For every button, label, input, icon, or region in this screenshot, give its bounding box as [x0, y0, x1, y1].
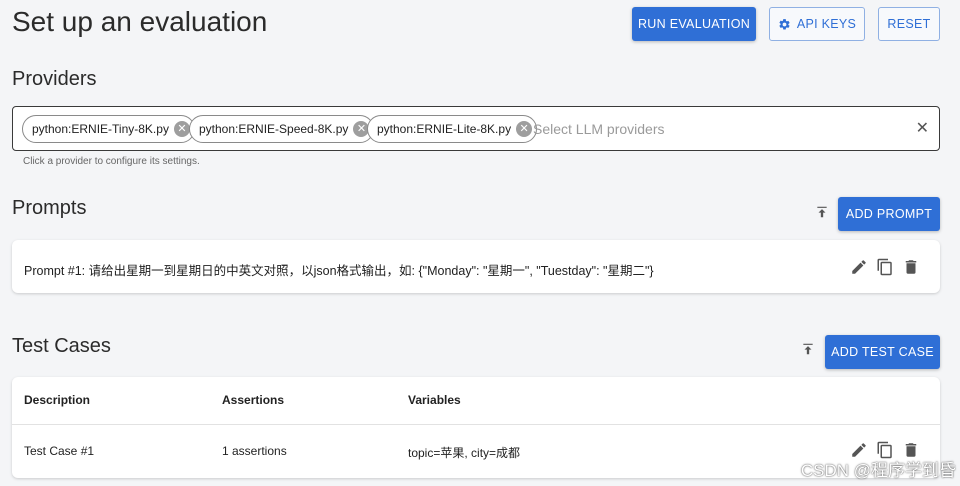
provider-chip-label: python:ERNIE-Tiny-8K.py [32, 122, 169, 136]
test-cases-title: Test Cases [12, 335, 111, 357]
add-test-case-button[interactable]: ADD TEST CASE [825, 335, 940, 369]
providers-title: Providers [12, 68, 97, 90]
clear-icon[interactable]: ✕ [916, 118, 929, 138]
watermark: CSDN @程序学到昏 [800, 461, 956, 480]
column-header-variables: Variables [408, 393, 461, 407]
prompts-title: Prompts [12, 197, 87, 219]
page-title: Set up an evaluation [12, 6, 268, 37]
providers-select[interactable]: python:ERNIE-Tiny-8K.py ✕ python:ERNIE-S… [12, 106, 940, 151]
providers-helper-text: Click a provider to configure its settin… [23, 156, 200, 167]
add-prompt-label: ADD PROMPT [845, 207, 933, 221]
provider-chip[interactable]: python:ERNIE-Speed-8K.py ✕ [189, 115, 375, 143]
api-keys-button[interactable]: API KEYS [769, 7, 865, 41]
delete-icon[interactable] [902, 258, 920, 276]
reset-button[interactable]: RESET [878, 7, 940, 41]
column-header-description: Description [24, 393, 91, 407]
test-case-description: Test Case #1 [24, 444, 95, 458]
edit-icon[interactable] [850, 258, 868, 276]
test-case-assertions: 1 assertions [222, 444, 287, 458]
provider-chip[interactable]: python:ERNIE-Tiny-8K.py ✕ [22, 115, 195, 143]
provider-chip[interactable]: python:ERNIE-Lite-8K.py ✕ [367, 115, 538, 143]
test-case-variables: topic=苹果, city=成都 [408, 446, 521, 460]
close-icon[interactable]: ✕ [516, 121, 533, 137]
column-header-assertions: Assertions [222, 393, 285, 407]
reset-label: RESET [887, 17, 931, 31]
upload-icon[interactable] [798, 339, 818, 359]
provider-chip-label: python:ERNIE-Lite-8K.py [377, 122, 512, 136]
run-evaluation-label: RUN EVALUATION [637, 17, 751, 31]
prompt-card[interactable]: Prompt #1: 请给出星期一到星期日的中英文对照，以json格式输出，如:… [12, 240, 940, 293]
gear-icon [778, 18, 791, 31]
prompt-text: Prompt #1: 请给出星期一到星期日的中英文对照，以json格式输出，如:… [24, 264, 654, 278]
copy-icon[interactable] [876, 258, 894, 276]
provider-chip-label: python:ERNIE-Speed-8K.py [199, 122, 349, 136]
run-evaluation-button[interactable]: RUN EVALUATION [632, 7, 756, 41]
prompt-actions [850, 258, 920, 276]
api-keys-label: API KEYS [796, 17, 857, 31]
add-prompt-button[interactable]: ADD PROMPT [838, 197, 940, 231]
upload-icon[interactable] [812, 202, 832, 222]
providers-placeholder[interactable]: Select LLM providers [533, 121, 665, 137]
add-test-case-label: ADD TEST CASE [831, 345, 934, 359]
close-icon[interactable]: ✕ [173, 121, 190, 137]
